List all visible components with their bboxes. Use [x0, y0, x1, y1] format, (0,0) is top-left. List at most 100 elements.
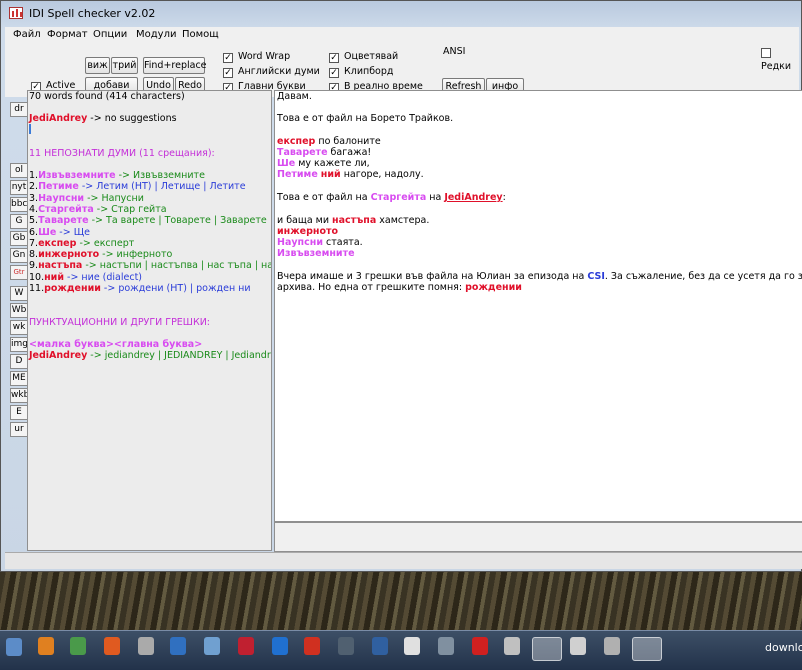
error-word[interactable]: Наупсни: [277, 237, 323, 248]
app-icon[interactable]: [272, 637, 288, 655]
app-icon[interactable]: [304, 637, 320, 655]
check-icon: ✓: [329, 68, 339, 78]
suggestion-list[interactable]: -> експерт: [76, 238, 134, 249]
side-button-d[interactable]: D: [10, 354, 28, 369]
secondary-input[interactable]: [274, 522, 802, 552]
text-cursor: [29, 124, 31, 134]
view-button[interactable]: виж: [85, 57, 110, 74]
side-button-e[interactable]: E: [10, 405, 28, 420]
app-icon[interactable]: [70, 637, 86, 655]
suggestion-list[interactable]: -> Та варете | Товарете | Заварете: [89, 215, 267, 226]
side-button-w[interactable]: W: [10, 286, 28, 301]
word-wrap-checkbox[interactable]: ✓ Word Wrap: [223, 51, 290, 64]
encoding-label: ANSI: [443, 46, 466, 57]
suggestion-list[interactable]: -> Напусни: [84, 193, 144, 204]
app-icon[interactable]: [338, 637, 354, 655]
suggestion-list[interactable]: -> Ще: [56, 227, 90, 238]
suggestion-list[interactable]: -> Извъвземните: [116, 170, 205, 181]
error-word[interactable]: JediAndrey: [444, 192, 502, 203]
error-word[interactable]: Ше: [38, 227, 56, 238]
side-button-ol[interactable]: ol: [10, 163, 28, 178]
error-word[interactable]: Ше: [277, 158, 295, 169]
start-icon[interactable]: [6, 638, 22, 656]
error-word[interactable]: инжерното: [38, 249, 99, 260]
menu-format[interactable]: Формат: [47, 29, 88, 40]
error-word[interactable]: Петиме: [38, 181, 79, 192]
error-number: 2.: [29, 181, 39, 193]
vlc-icon[interactable]: [38, 637, 54, 655]
error-word[interactable]: Извъвземните: [38, 170, 116, 181]
app-icon[interactable]: [504, 637, 520, 655]
case-suggestions[interactable]: -> jediandrey | JEDIANDREY | Jediandrey: [87, 350, 271, 361]
app-icon: [9, 7, 23, 19]
colorize-checkbox[interactable]: ✓ Оцветявай: [329, 51, 398, 64]
downloads-label[interactable]: downlo: [765, 641, 802, 654]
error-word[interactable]: експер: [38, 238, 76, 249]
error-word[interactable]: Таварете: [38, 215, 89, 226]
side-button-img[interactable]: img: [10, 337, 28, 352]
results-pane[interactable]: 70 words found (414 characters) JediAndr…: [27, 90, 272, 551]
side-button-gb[interactable]: Gb: [10, 231, 28, 246]
delete-button[interactable]: трий: [111, 57, 138, 74]
error-word[interactable]: настъпа: [38, 260, 82, 271]
error-word[interactable]: Извъвземните: [277, 248, 355, 259]
side-button-g[interactable]: G: [10, 214, 28, 229]
error-word[interactable]: ний: [44, 272, 64, 283]
spell-checker-taskbar-icon[interactable]: [632, 637, 662, 661]
menu-options[interactable]: Опции: [93, 29, 127, 40]
menu-help[interactable]: Помощ: [182, 29, 219, 40]
app-icon[interactable]: [404, 637, 420, 655]
title-bar[interactable]: IDI Spell checker v2.02: [1, 1, 802, 27]
error-word[interactable]: Наупсни: [38, 193, 84, 204]
suggestion-list[interactable]: -> инферното: [99, 249, 172, 260]
error-word[interactable]: Таварете: [277, 147, 328, 158]
side-button-wk[interactable]: wk: [10, 320, 28, 335]
error-word[interactable]: Старгейта: [38, 204, 94, 215]
error-word[interactable]: Петиме: [277, 169, 318, 180]
english-words-checkbox[interactable]: ✓ Английски думи: [223, 66, 320, 79]
edit-checkbox[interactable]: Редки: [761, 48, 799, 72]
app-icon[interactable]: [170, 637, 186, 655]
side-button-wb[interactable]: Wb: [10, 303, 28, 318]
error-row: 8.инжерното -> инферното: [29, 249, 172, 260]
app-icon[interactable]: [438, 637, 454, 655]
side-button-me[interactable]: ME: [10, 371, 28, 386]
app-icon[interactable]: [570, 637, 586, 655]
suggestion-list[interactable]: -> настъпи | настъпва | нас тъпа | настъ…: [82, 260, 271, 271]
side-button-bbc[interactable]: bbc: [10, 197, 28, 212]
suggestion-list[interactable]: -> Стар гейта: [94, 204, 167, 215]
app-icon[interactable]: [238, 637, 254, 655]
unknown-word[interactable]: JediAndrey: [29, 113, 87, 124]
side-button-gn[interactable]: Gn: [10, 248, 28, 263]
error-word[interactable]: рождении: [44, 283, 101, 294]
side-button-gtr[interactable]: Gtr: [10, 265, 28, 280]
highlighted-word[interactable]: CSI: [587, 271, 605, 282]
app-icon[interactable]: [204, 637, 220, 655]
side-button-nyt[interactable]: nyt: [10, 180, 28, 195]
error-word[interactable]: настъпа: [332, 215, 376, 226]
error-word[interactable]: експер: [277, 136, 315, 147]
error-word[interactable]: Старгейта: [371, 192, 427, 203]
explorer-icon[interactable]: [532, 637, 562, 661]
side-button-ur[interactable]: ur: [10, 422, 28, 437]
menu-modules[interactable]: Модули: [136, 29, 176, 40]
app-icon[interactable]: [372, 637, 388, 655]
case-word[interactable]: JediAndrey: [29, 350, 87, 361]
firefox-icon[interactable]: [104, 637, 120, 655]
suggestion-list[interactable]: -> Летим (НТ) | Летище | Летите: [79, 181, 246, 192]
menu-file[interactable]: Файл: [13, 29, 41, 40]
side-button-wkb[interactable]: wkb: [10, 388, 29, 403]
suggestion-list[interactable]: -> ние (dialect): [64, 272, 142, 283]
error-word[interactable]: ний: [321, 169, 341, 180]
find-replace-button[interactable]: Find+replace: [143, 57, 207, 74]
error-row: 1.Извъвземните -> Извъвземните: [29, 170, 205, 181]
suggestion-list[interactable]: -> рождени (НТ) | рожден ни: [101, 283, 251, 294]
app-icon[interactable]: [472, 637, 488, 655]
side-button-dr[interactable]: dr: [10, 102, 28, 117]
app-icon[interactable]: [604, 637, 620, 655]
app-icon[interactable]: [138, 637, 154, 655]
error-word[interactable]: инжерното: [277, 226, 338, 237]
clipboard-checkbox[interactable]: ✓ Клипборд: [329, 66, 393, 79]
text-editor[interactable]: Давам. Това е от файл на Борето Трайков.…: [274, 90, 802, 522]
error-word[interactable]: рождении: [465, 282, 522, 293]
